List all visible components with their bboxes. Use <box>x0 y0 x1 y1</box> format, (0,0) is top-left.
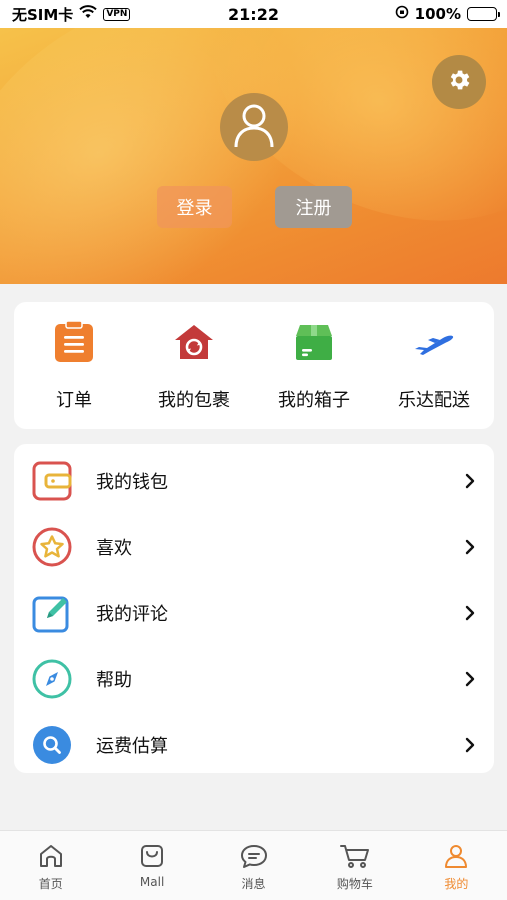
search-icon <box>32 725 72 765</box>
cart-icon <box>339 841 370 871</box>
quick-label: 乐达配送 <box>398 390 470 411</box>
quick-item-leda-delivery[interactable]: 乐达配送 <box>374 302 494 429</box>
box-icon <box>292 320 336 364</box>
package-home-icon <box>172 320 216 364</box>
home-icon <box>36 841 66 871</box>
clipboard-icon <box>52 320 96 364</box>
tab-home[interactable]: 首页 <box>0 831 101 900</box>
settings-button[interactable] <box>432 55 486 109</box>
tab-mall[interactable]: Mall <box>101 831 202 900</box>
tab-label: 消息 <box>241 877 266 891</box>
quick-item-my-boxes[interactable]: 我的箱子 <box>254 302 374 429</box>
quick-label: 订单 <box>56 390 92 411</box>
chevron-right-icon <box>462 671 478 687</box>
chevron-right-icon <box>462 737 478 753</box>
tab-cart[interactable]: 购物车 <box>304 831 405 900</box>
vpn-badge: VPN <box>103 7 131 21</box>
bottom-tab-bar: 首页 Mall 消息 购物车 我的 <box>0 830 507 900</box>
status-time: 21:22 <box>228 4 279 24</box>
menu-label: 帮助 <box>96 670 132 691</box>
chevron-right-icon <box>462 473 478 489</box>
carrier-label: 无SIM卡 <box>12 5 74 24</box>
tab-messages[interactable]: 消息 <box>203 831 304 900</box>
wallet-icon <box>32 461 72 501</box>
user-icon <box>441 841 471 871</box>
quick-actions-card: 订单 我的包裹 我的箱子 乐达配送 <box>14 302 494 429</box>
menu-item-favorites[interactable]: 喜欢 <box>14 514 494 580</box>
tab-mine[interactable]: 我的 <box>406 831 507 900</box>
menu-item-wallet[interactable]: 我的钱包 <box>14 448 494 514</box>
avatar[interactable] <box>220 93 288 161</box>
menu-item-help[interactable]: 帮助 <box>14 646 494 712</box>
star-icon <box>32 527 72 567</box>
menu-item-my-reviews[interactable]: 我的评论 <box>14 580 494 646</box>
menu-label: 喜欢 <box>96 538 132 559</box>
menu-label: 我的评论 <box>96 604 168 625</box>
status-right: 100% <box>395 5 500 23</box>
gear-icon <box>446 67 472 97</box>
menu-label: 运费估算 <box>96 736 168 757</box>
orientation-lock-icon <box>395 5 409 23</box>
register-button[interactable]: 注册 <box>275 186 352 228</box>
tab-label: 首页 <box>38 877 63 891</box>
battery-percent: 100% <box>414 5 461 23</box>
chevron-right-icon <box>462 539 478 555</box>
user-avatar-icon <box>232 101 276 153</box>
quick-label: 我的箱子 <box>278 390 350 411</box>
shopping-bag-icon <box>137 841 167 871</box>
tab-label: 我的 <box>444 877 469 891</box>
chevron-right-icon <box>462 605 478 621</box>
quick-item-my-packages[interactable]: 我的包裹 <box>134 302 254 429</box>
edit-icon <box>32 593 72 633</box>
tab-label: 购物车 <box>336 877 373 891</box>
menu-item-shipping-estimate[interactable]: 运费估算 <box>14 712 494 778</box>
menu-list-card: 我的钱包 喜欢 我的评论 帮助 运费估算 <box>14 444 494 773</box>
menu-label: 我的钱包 <box>96 472 168 493</box>
wifi-icon <box>79 5 98 23</box>
compass-icon <box>32 659 72 699</box>
login-button[interactable]: 登录 <box>157 186 232 228</box>
airplane-icon <box>412 320 456 364</box>
quick-item-orders[interactable]: 订单 <box>14 302 134 429</box>
battery-icon <box>467 7 500 21</box>
tab-label: Mall <box>139 875 165 889</box>
profile-header: 登录 注册 <box>0 28 507 284</box>
quick-label: 我的包裹 <box>158 390 230 411</box>
status-left: 无SIM卡 VPN <box>12 4 131 25</box>
status-bar: 无SIM卡 VPN 21:22 100% <box>0 0 507 28</box>
chat-icon <box>239 841 269 871</box>
